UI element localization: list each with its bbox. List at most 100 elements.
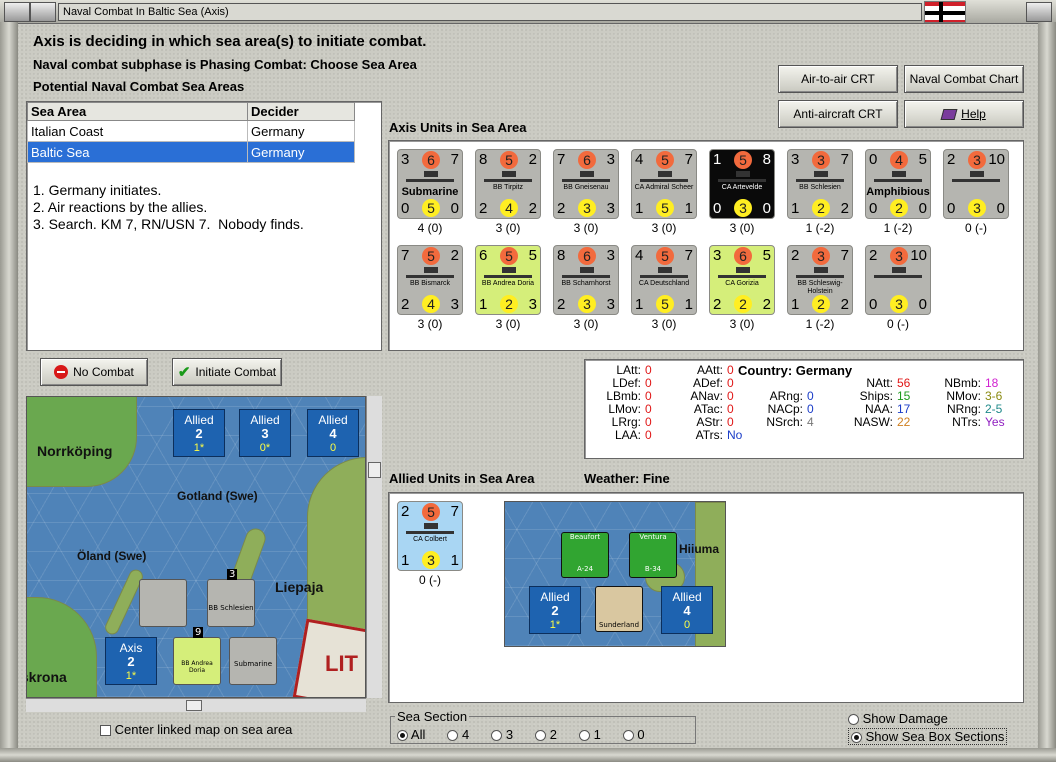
unit-range: 2 <box>762 296 771 313</box>
ship-icon <box>562 171 610 182</box>
allied-unit-ca-colbert[interactable]: 2 5 7 CA Colbert 1 3 1 <box>397 501 463 571</box>
unit-value: 10 <box>988 151 1005 168</box>
col-decider[interactable]: Decider <box>247 102 355 121</box>
unit-value: 2 <box>528 151 537 168</box>
axis-unit[interactable]: 3 6 7 Submarine 0 5 0 <box>397 149 463 219</box>
ship-icon <box>874 267 922 278</box>
place-oland: Öland (Swe) <box>77 549 147 563</box>
naval-combat-chart-button[interactable]: Naval Combat Chart <box>904 65 1024 93</box>
map-unit-submarine[interactable]: Submarine <box>229 637 277 685</box>
show-damage-option[interactable]: Show Damage <box>848 711 948 726</box>
sea-box-allied-3[interactable]: Allied 3 0* <box>239 409 291 457</box>
no-combat-button[interactable]: No Combat <box>40 358 148 386</box>
allied-sea-box-4[interactable]: Allied 4 0 <box>661 586 713 634</box>
sea-box-allied-4[interactable]: Allied 4 0 <box>307 409 359 457</box>
axis-unit[interactable]: 8 6 3 BB Scharnhorst 2 3 3 <box>553 245 619 315</box>
help-button[interactable]: Help <box>904 100 1024 128</box>
baltic-map[interactable]: Norrköping Gotland (Swe) Öland (Swe) Lie… <box>26 396 366 698</box>
sea-box-axis-2[interactable]: Axis 2 1* <box>105 637 157 685</box>
unit-range: 0 <box>918 200 927 217</box>
axis-unit[interactable]: 0 4 5 Amphibious 0 2 0 <box>865 149 931 219</box>
unit-name: BB Gneisenau <box>563 184 609 191</box>
table-row[interactable]: Italian Coast Germany <box>27 120 355 142</box>
axis-unit[interactable]: 3 6 5 CA Gorizia 2 2 2 <box>709 245 775 315</box>
unit-name: CA Deutschland <box>638 280 690 287</box>
show-sea-box-option[interactable]: Show Sea Box Sections <box>848 728 1008 745</box>
unit-move: 5 <box>656 295 674 313</box>
close-button[interactable] <box>1026 2 1052 22</box>
sea-section-group: Sea Section All 4 3 2 1 0 <box>390 709 696 744</box>
stat-label: NSrch: <box>766 415 803 429</box>
unit-strength: 6 <box>734 247 752 265</box>
sea-section-option[interactable]: 1 <box>578 727 601 742</box>
unit-status: 1 (-2) <box>883 221 913 235</box>
axis-unit[interactable]: 1 5 8 CA Artevelde 0 3 0 <box>709 149 775 219</box>
unit-range: 2 <box>840 200 849 217</box>
allied-air-sunderland[interactable]: Sunderland <box>595 586 643 632</box>
map-horizontal-scrollbar[interactable] <box>26 698 366 712</box>
allied-sea-box-2[interactable]: Allied 2 1* <box>529 586 581 634</box>
country-label: Country: Germany <box>738 363 853 378</box>
unit-status: 3 (0) <box>729 317 755 331</box>
sea-section-option[interactable]: 0 <box>622 727 645 742</box>
map-unit-stack[interactable] <box>139 579 187 627</box>
ship-icon <box>406 171 454 182</box>
unit-strength: 4 <box>890 151 908 169</box>
stack-count: 3 <box>227 569 238 580</box>
axis-unit[interactable]: 2 3 10 0 3 0 <box>943 149 1009 219</box>
unit-name: Submarine <box>401 186 459 198</box>
axis-unit[interactable]: 4 5 7 CA Deutschland 1 5 1 <box>631 245 697 315</box>
table-row[interactable]: Baltic Sea Germany <box>27 141 355 163</box>
stat-label: NASW: <box>853 415 893 429</box>
unit-status: 3 (0) <box>573 317 599 331</box>
axis-unit[interactable]: 6 5 5 BB Andrea Doria 1 2 3 <box>475 245 541 315</box>
sea-section-option[interactable]: 3 <box>491 727 513 742</box>
allied-linked-map[interactable]: Hiiuma Beaufort A-24 Ventura B-34 Sunderla… <box>504 501 726 647</box>
map-unit-schlesien[interactable]: BB Schlesien <box>207 579 255 627</box>
sea-area-panel: Sea Area Decider Italian Coast Germany Bal… <box>26 101 382 351</box>
axis-unit[interactable]: 7 5 2 BB Bismarck 2 4 3 <box>397 245 463 315</box>
initiate-combat-button[interactable]: ✔ Initiate Combat <box>172 358 282 386</box>
sea-section-option[interactable]: 2 <box>535 727 557 742</box>
axis-unit[interactable]: 2 3 7 BB Schleswig-Holstein 1 2 2 <box>787 245 853 315</box>
axis-unit[interactable]: 8 5 2 BB Tirpitz 2 4 2 <box>475 149 541 219</box>
unit-attack: 1 <box>713 151 722 168</box>
col-sea-area[interactable]: Sea Area <box>27 102 248 121</box>
axis-unit[interactable]: 7 6 3 BB Gneisenau 2 3 3 <box>553 149 619 219</box>
place-liepaja: Liepaja <box>275 579 324 595</box>
unit-attack: 4 <box>635 247 644 264</box>
unit-def: 0 <box>869 200 878 217</box>
ship-icon <box>952 171 1000 182</box>
unit-move: 3 <box>968 199 986 217</box>
minimize-button[interactable] <box>30 2 56 22</box>
unit-value: 7 <box>450 151 459 168</box>
system-menu-button[interactable] <box>4 2 30 22</box>
unit-def: 2 <box>479 200 488 217</box>
unit-move: 2 <box>734 295 752 313</box>
sea-section-option[interactable]: 4 <box>447 727 469 742</box>
air-to-air-crt-button[interactable]: Air-to-air CRT <box>778 65 898 93</box>
unit-range: 0 <box>450 200 459 217</box>
unit-def: 1 <box>791 296 800 313</box>
unit-status: 3 (0) <box>729 221 755 235</box>
sea-section-option[interactable]: All <box>397 727 425 742</box>
center-map-checkbox[interactable]: Center linked map on sea area <box>100 722 292 737</box>
sea-box-allied-2[interactable]: Allied 2 1* <box>173 409 225 457</box>
unit-def: 2 <box>557 296 566 313</box>
map-vertical-scrollbar[interactable] <box>366 396 382 698</box>
anti-aircraft-crt-button[interactable]: Anti-aircraft CRT <box>778 100 898 128</box>
unit-attack: 7 <box>401 247 410 264</box>
allied-air-beaufort[interactable]: Beaufort A-24 <box>561 532 609 578</box>
unit-attack: 3 <box>401 151 410 168</box>
axis-unit[interactable]: 2 3 10 0 3 0 <box>865 245 931 315</box>
unit-attack: 2 <box>947 151 956 168</box>
axis-unit[interactable]: 4 5 7 CA Admiral Scheer 1 5 1 <box>631 149 697 219</box>
unit-strength: 5 <box>422 247 440 265</box>
map-unit-andrea-doria[interactable]: BB Andrea Doria <box>173 637 221 685</box>
unit-value: 8 <box>762 151 771 168</box>
allied-air-ventura[interactable]: Ventura B-34 <box>629 532 677 578</box>
unit-def: 0 <box>713 200 722 217</box>
unit-strength: 5 <box>500 151 518 169</box>
place-norrkoping: Norrköping <box>37 443 113 459</box>
axis-unit[interactable]: 3 3 7 BB Schlesien 1 2 2 <box>787 149 853 219</box>
